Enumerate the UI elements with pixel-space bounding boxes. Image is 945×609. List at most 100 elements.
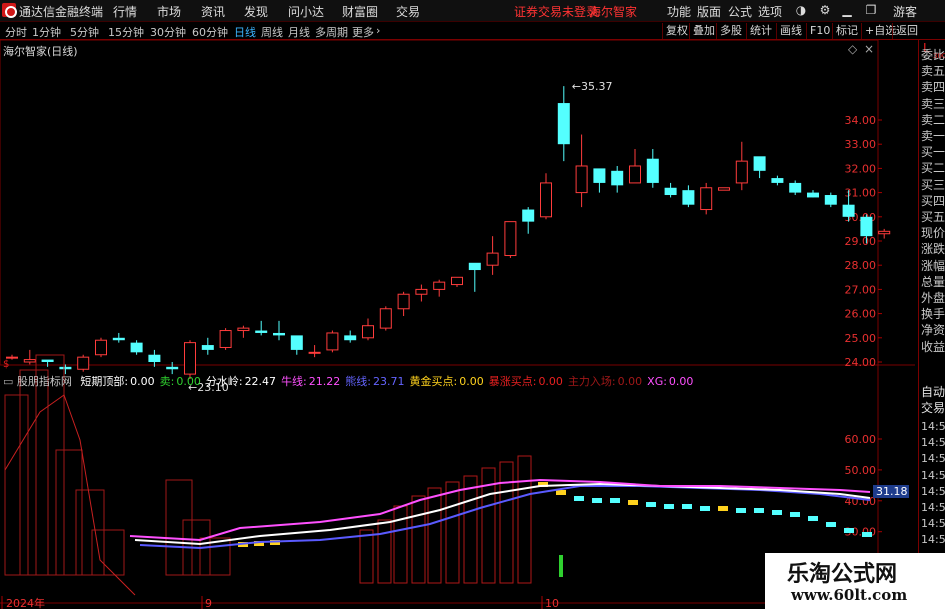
trade-time: 14:56: [921, 533, 945, 547]
indicator-block: [808, 516, 818, 521]
indicator-menu-icon[interactable]: ▭: [3, 375, 13, 388]
btn-drawline[interactable]: 画线: [776, 23, 805, 39]
quote-item-label[interactable]: 涨跌: [921, 242, 945, 257]
candle-body: [593, 168, 606, 183]
quote-item-label[interactable]: 买五: [921, 210, 945, 225]
legend-label: 暴涨买点:: [488, 375, 537, 388]
quote-item-label[interactable]: 换手: [921, 307, 945, 322]
menu-item-trade[interactable]: 交易: [396, 3, 420, 20]
indicator-block: [790, 512, 800, 517]
menu-item-discover[interactable]: 发现: [244, 3, 268, 20]
chart-area[interactable]: 34.00 33.00 32.00 31.00 30.00 29.00 28.00 27.00…: [0, 40, 915, 609]
btn-mark[interactable]: 标记: [832, 23, 861, 39]
quote-item-label[interactable]: 涨幅: [921, 259, 945, 274]
kline-chart-svg[interactable]: 34.0033.0032.0031.0030.0029.0028.0027.00…: [0, 40, 915, 609]
login-notice[interactable]: 证券交易未登录: [514, 3, 598, 20]
user-label[interactable]: 游客: [893, 3, 917, 20]
candle-body: [95, 339, 107, 356]
quote-item-label[interactable]: 卖一: [921, 129, 945, 144]
btn-f10[interactable]: F10: [806, 23, 833, 39]
candle-body: [860, 216, 873, 237]
btn-adjust[interactable]: 复权: [662, 23, 691, 39]
indicator-block: [736, 508, 746, 513]
menu-item-news[interactable]: 资讯: [201, 3, 225, 20]
candle-body: [166, 366, 179, 370]
legend-label: 黄金买点:: [409, 375, 458, 388]
period-timeshare[interactable]: 分时: [5, 24, 27, 40]
price-axis-label: 25.00: [845, 332, 877, 345]
quote-item-label[interactable]: 外盘: [921, 291, 945, 306]
indicator-name[interactable]: 股朋指标网: [17, 375, 72, 388]
period-monthly[interactable]: 月线: [288, 24, 310, 40]
quote-item-label[interactable]: 委比: [921, 48, 945, 63]
settings-icon[interactable]: ⚙: [818, 3, 832, 17]
quote-item-label[interactable]: 卖三: [921, 97, 945, 112]
quote-item-label[interactable]: 买三: [921, 178, 945, 193]
legend-item: 暴涨买点: 0.00: [489, 375, 563, 388]
more-chevron-icon[interactable]: ›: [376, 24, 380, 37]
quote-item-label[interactable]: 卖二: [921, 113, 945, 128]
candle-body: [379, 308, 392, 329]
quote-item-label[interactable]: 净资: [921, 323, 945, 338]
candle-body: [290, 335, 303, 350]
btn-back[interactable]: 返回: [892, 23, 921, 39]
period-30min[interactable]: 30分钟: [150, 24, 186, 40]
menu-item-quotes[interactable]: 行情: [113, 3, 137, 20]
price-axis-label: 28.00: [845, 259, 877, 272]
trade-time: 14:56: [921, 501, 945, 514]
legend-item: 主力入场: 0.00: [568, 375, 642, 388]
menu-options[interactable]: 选项: [758, 3, 782, 20]
menu-item-wealth[interactable]: 财富圈: [342, 3, 378, 20]
candle-body: [700, 187, 713, 211]
maximize-icon[interactable]: ❐: [864, 3, 878, 17]
indicator-box: [55, 449, 83, 576]
quote-item-label[interactable]: 总量: [921, 275, 945, 290]
candle-body: [433, 281, 446, 290]
menu-layout[interactable]: 版面: [697, 3, 721, 20]
skin-icon[interactable]: ◑: [794, 3, 808, 17]
period-daily[interactable]: 日线: [234, 24, 256, 40]
trade-time: 14:56: [921, 468, 945, 482]
legend-item: 短期顶部: 0.00: [80, 375, 154, 388]
candle-body: [112, 337, 125, 341]
quote-item-label[interactable]: 现价: [921, 226, 945, 241]
btn-multistock[interactable]: 多股: [716, 23, 745, 39]
period-more[interactable]: 更多: [352, 24, 374, 40]
candle-body: [326, 332, 339, 351]
period-weekly[interactable]: 周线: [261, 24, 283, 40]
menu-formula[interactable]: 公式: [728, 3, 752, 20]
period-60min[interactable]: 60分钟: [192, 24, 228, 40]
quote-item-label[interactable]: 买二: [921, 161, 945, 176]
close-chart-icon[interactable]: ×: [864, 42, 874, 56]
indicator-block: [628, 500, 638, 505]
btn-overlay[interactable]: 叠加: [689, 23, 718, 39]
quote-item-label[interactable]: 卖四: [921, 80, 945, 95]
minimize-icon[interactable]: ▁: [840, 3, 854, 17]
menu-bar: 通达信金融终端 行情 市场 资讯 发现 问小达 财富圈 交易 证券交易未登录 海…: [0, 0, 945, 22]
candle-body: [807, 192, 819, 198]
indicator-block: [718, 506, 728, 511]
btn-stats[interactable]: 统计: [746, 23, 775, 39]
quote-item-label[interactable]: 收益: [921, 340, 945, 355]
period-5min[interactable]: 5分钟: [70, 24, 99, 40]
candle-body: [273, 332, 285, 336]
menu-item-market[interactable]: 市场: [157, 3, 181, 20]
menu-item-ask[interactable]: 问小达: [288, 3, 324, 20]
auto-trade-label[interactable]: 自动: [921, 385, 945, 400]
candle-body: [540, 182, 552, 218]
diamond-icon[interactable]: ◇: [848, 42, 857, 56]
quote-item-label[interactable]: 买一: [921, 145, 945, 160]
period-1min[interactable]: 1分钟: [32, 24, 61, 40]
quote-item-label[interactable]: 卖五: [921, 64, 945, 79]
candle-body: [682, 190, 695, 205]
indicator-step-box: [359, 529, 374, 584]
period-15min[interactable]: 15分钟: [108, 24, 144, 40]
price-axis-label: 29.00: [845, 235, 877, 248]
indicator-curve: [4, 394, 136, 596]
period-multi[interactable]: 多周期: [315, 24, 348, 40]
auto-trade-label[interactable]: 交易: [921, 401, 945, 416]
watermark-text: 乐淘公式网: [787, 562, 898, 587]
quote-item-label[interactable]: 买四: [921, 194, 945, 209]
price-axis-label: 34.00: [845, 114, 877, 127]
menu-function[interactable]: 功能: [667, 3, 691, 20]
